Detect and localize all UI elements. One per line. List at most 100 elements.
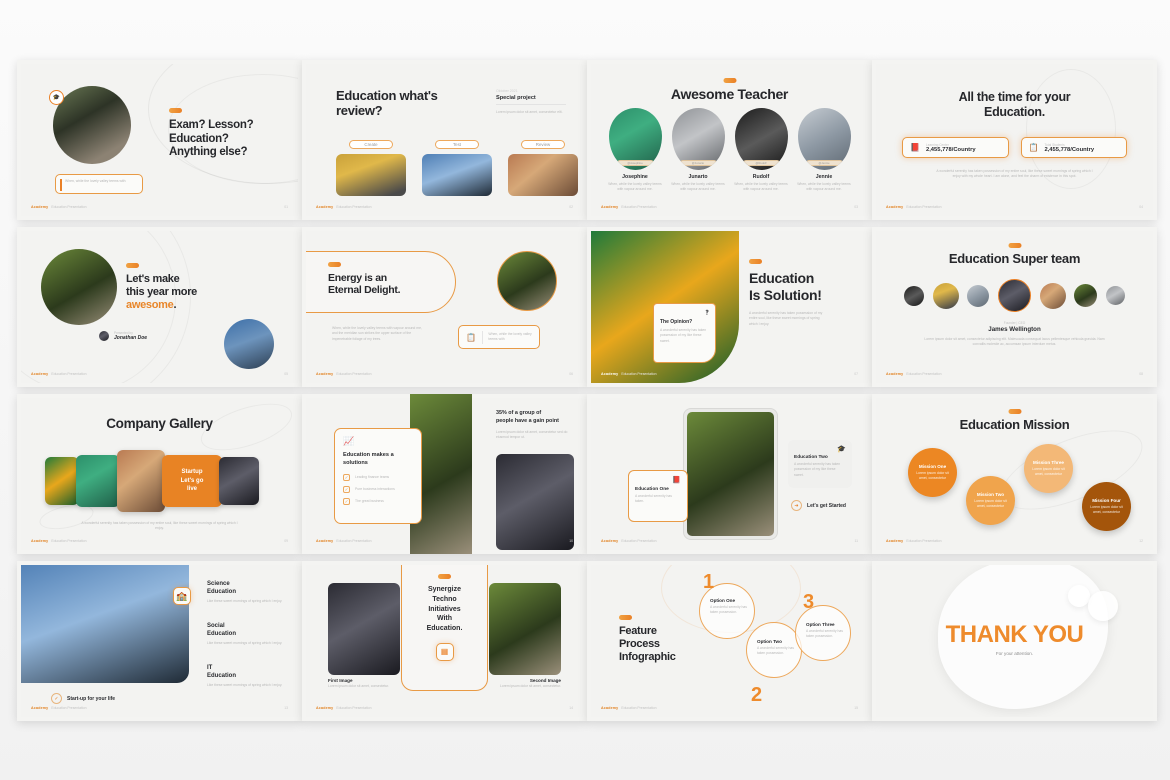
mission-circle-one[interactable]: Mission One Lorem ipsum dolor sit amet, …	[908, 448, 957, 497]
slide1-title-line1: Exam? Lesson?	[169, 119, 254, 131]
checklist-label: Pure business interactions	[355, 486, 395, 491]
list-icon: 📋	[1028, 143, 1039, 152]
slide-thumbnail-13[interactable]: 🏫 Science Education Like these sweet mor…	[17, 561, 302, 721]
slide-thumbnail-12[interactable]: Education Mission Mission One Lorem ipsu…	[872, 394, 1157, 554]
slide-footer: Academy Education Presentation 12	[886, 537, 1143, 544]
check-circle-icon: ✓	[51, 693, 62, 704]
step-number-3: 3	[803, 591, 815, 613]
slide-thumbnail-06[interactable]: Energy is an Eternal Delight. When, whil…	[302, 227, 587, 387]
teacher-desc: When, while the lovely valley teems with…	[797, 182, 851, 192]
stat-card-total-students[interactable]: 📋 Total Students 2,455,778/Country	[1020, 137, 1127, 158]
team-avatar[interactable]	[1039, 282, 1066, 309]
slide-thumbnail-08[interactable]: Education Super team Founder | CEO James…	[872, 227, 1157, 387]
slide-footer: Academy Education Presentation 03	[601, 203, 858, 210]
teacher-card[interactable]: @Josephine Josephine When, while the lov…	[605, 108, 665, 193]
category-body-2: Like these sweet mornings of spring whic…	[207, 640, 283, 645]
education-two-card[interactable]: 🎓 Education Two A wonderful serenity has…	[788, 440, 852, 488]
footer-page: 08	[1139, 371, 1143, 376]
teacher-card[interactable]: @Jennie Jennie When, while the lovely va…	[794, 108, 854, 193]
footer-tagline: Education Presentation	[621, 371, 657, 376]
education-one-card[interactable]: 📕 Education One A wonderful serenity has…	[628, 470, 688, 522]
slide10-title-line1: Education makes a	[343, 452, 394, 458]
tag-test[interactable]: Test	[435, 140, 479, 149]
team-avatar[interactable]	[932, 282, 959, 309]
mission-circle-two[interactable]: Mission Two Lorem ipsum dolor sit amet, …	[966, 476, 1015, 525]
slide-thumbnail-04[interactable]: All the time for your Education. 📕 Learn…	[872, 60, 1157, 220]
slide-thumbnail-07[interactable]: ‽ The Opinion? A wonderful serenity has …	[587, 227, 872, 387]
slide6-photo	[497, 251, 557, 311]
checkbox-icon: ✓	[343, 486, 350, 494]
step-title: Option Two	[757, 639, 782, 644]
checklist-item[interactable]: ✓ Pure business interactions	[343, 486, 413, 494]
teacher-card[interactable]: @Rudolf Rudolf When, while the lovely va…	[731, 108, 791, 193]
slide2-body: Lorem ipsum dolor sit amet, consectetur …	[496, 109, 563, 114]
team-avatar[interactable]	[904, 285, 924, 306]
tag-review[interactable]: Review	[521, 140, 565, 149]
slide2-title-line1: Education what's	[336, 88, 438, 103]
slide-thumbnail-02[interactable]: Education what's review? Oktober 2021 Sp…	[302, 60, 587, 220]
slide14-title-2: Techno	[432, 595, 457, 603]
gallery-photo[interactable]	[76, 455, 120, 507]
category-title-2b: Education	[207, 630, 237, 637]
accent-pill	[749, 259, 762, 264]
slide13-cta[interactable]: ✓ Start-up for your life	[51, 693, 115, 704]
footer-brand: Academy	[31, 204, 49, 209]
card-body: A wonderful serenity has taken.	[635, 494, 672, 504]
teacher-card[interactable]: @Junarto Junarto When, while the lovely …	[668, 108, 728, 193]
slide-thumbnail-03[interactable]: Awesome Teacher @Josephine Josephine Whe…	[587, 60, 872, 220]
get-started-cta[interactable]: ➜ Let's get Started	[791, 500, 846, 511]
mission-title: Mission Four	[1092, 497, 1121, 503]
slide4-title-line1: All the time for your	[958, 90, 1071, 104]
slide14-center-panel: Synergize Techno Initiatives With Educat…	[401, 565, 488, 691]
slide7-opinion-card[interactable]: ‽ The Opinion? A wonderful serenity has …	[653, 303, 716, 363]
tag-create[interactable]: Create	[349, 140, 393, 149]
footer-brand: Academy	[886, 538, 904, 543]
slide-footer: Academy Education Presentation 02	[316, 203, 573, 210]
opinion-title: The Opinion?	[660, 319, 693, 325]
slide14-title-5: Education.	[426, 625, 463, 633]
gallery-photo[interactable]	[219, 457, 259, 505]
slide-footer: Academy Education Presentation 10	[316, 537, 573, 544]
slide7-title-dark: Is Solution!	[749, 286, 822, 303]
accent-pill	[723, 78, 736, 83]
process-circle-two[interactable]: Option Two A wonderful serenity has take…	[746, 622, 802, 678]
slide-footer: Academy Education Presentation 11	[601, 537, 858, 544]
slide-thumbnail-09[interactable]: Company Gallery Startup Let's go live A …	[17, 394, 302, 554]
slide-thumbnail-11[interactable]: 📕 Education One A wonderful serenity has…	[587, 394, 872, 554]
team-avatar[interactable]	[1074, 284, 1098, 307]
slide-thumbnail-01[interactable]: 🎓 When, while the lovely valley teems wi…	[17, 60, 302, 220]
checklist-item[interactable]: ✓ The great business	[343, 498, 413, 506]
slide-thumbnail-10[interactable]: 📈 Education makes a solutions ✓ Leading …	[302, 394, 587, 554]
footer-page: 02	[569, 204, 573, 209]
footer-page: 05	[284, 371, 288, 376]
mission-body: Lorem ipsum dolor sit amet, consectetur	[974, 498, 1007, 508]
right-caption-title: Second Image	[529, 678, 561, 683]
mission-circle-three[interactable]: Mission Three Lorem ipsum dolor sit amet…	[1024, 444, 1073, 493]
slide-thumbnail-16[interactable]: THANK YOU For your attention.	[872, 561, 1157, 721]
slide-thumbnail-15[interactable]: Feature Process Infographic Option One A…	[587, 561, 872, 721]
slide-footer: Academy Education Presentation 15	[601, 704, 858, 711]
gallery-photo[interactable]	[45, 457, 79, 505]
teacher-handle: @Jennie	[805, 160, 843, 166]
thank-you-subtitle: For your attention.	[995, 651, 1034, 656]
card-title: Education Two	[794, 455, 828, 460]
footer-tagline: Education Presentation	[51, 705, 87, 710]
mission-circle-four[interactable]: Mission Four Lorem ipsum dolor sit amet,…	[1082, 482, 1131, 531]
footer-brand: Academy	[31, 538, 49, 543]
slide14-title-3: Initiatives	[428, 605, 461, 613]
team-avatar[interactable]	[1105, 286, 1125, 305]
gallery-cta-card[interactable]: Startup Let's go live	[162, 455, 222, 507]
stat-card-learning-center[interactable]: 📕 Learning Center 2,455,778/Country	[902, 137, 1009, 158]
slide10-solutions-card[interactable]: 📈 Education makes a solutions ✓ Leading …	[334, 428, 422, 524]
gallery-photo[interactable]	[117, 450, 165, 512]
checklist-item[interactable]: ✓ Leading finance teams	[343, 474, 413, 482]
slide14-photo-left	[328, 583, 400, 675]
slide8-role: Founder | CEO	[1003, 321, 1026, 325]
step-title: Option Three	[806, 622, 835, 627]
team-avatar[interactable]	[967, 284, 990, 307]
slide-thumbnail-14[interactable]: Synergize Techno Initiatives With Educat…	[302, 561, 587, 721]
slide-thumbnail-05[interactable]: Let's make this year more awesome. Prese…	[17, 227, 302, 387]
footer-page: 09	[284, 538, 288, 543]
team-avatar-featured[interactable]	[997, 279, 1031, 312]
slide6-body: When, while the lovely valley teems with…	[332, 326, 422, 341]
